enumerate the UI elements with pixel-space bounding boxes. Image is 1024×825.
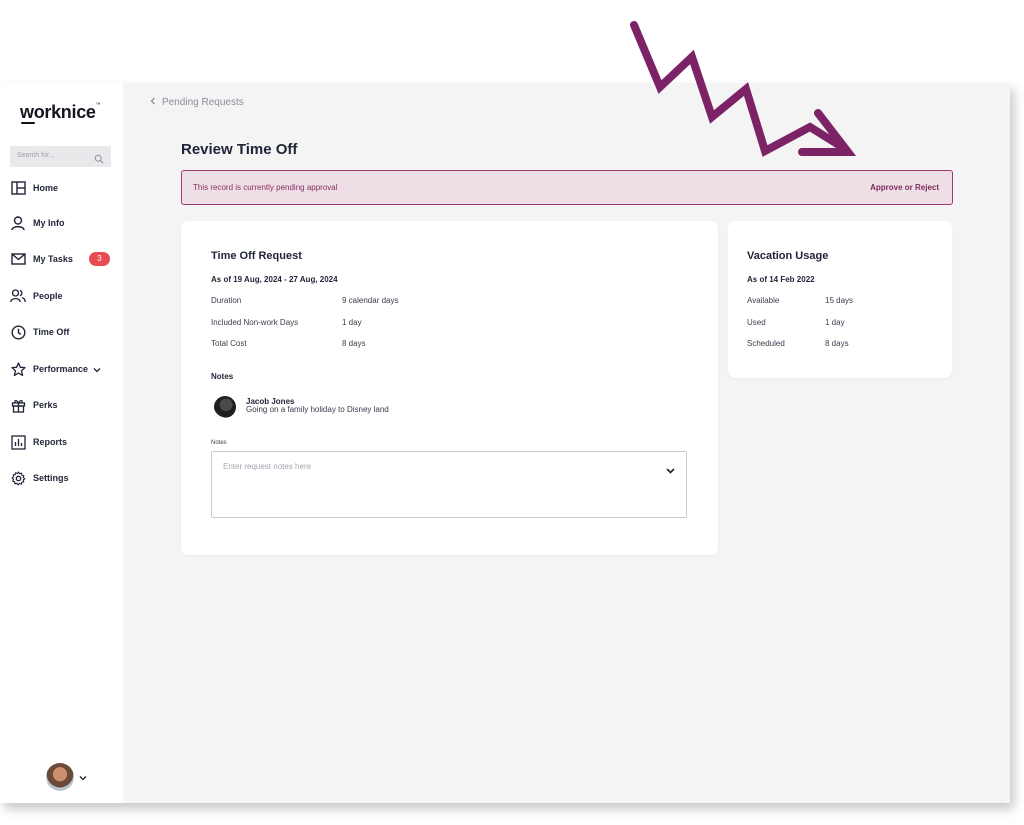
vacation-as-of: As of 14 Feb 2022 [747, 275, 815, 284]
logo-mark [21, 122, 35, 124]
row-value: 8 days [342, 339, 366, 348]
chevron-left-icon[interactable] [150, 97, 156, 108]
star-icon [10, 361, 26, 377]
sidebar: worknice™ Search for... Home My Info My [0, 83, 123, 803]
card-title: Vacation Usage [747, 250, 829, 262]
sidebar-item-people[interactable]: People [10, 285, 113, 307]
chevron-down-icon[interactable] [666, 461, 675, 479]
sidebar-item-performance[interactable]: Performance [10, 358, 113, 380]
card-title: Time Off Request [211, 250, 302, 262]
row-label: Included Non-work Days [211, 318, 299, 327]
sidebar-item-my-tasks[interactable]: My Tasks 3 [10, 248, 113, 270]
logo[interactable]: worknice™ [20, 102, 101, 123]
row-value: 9 calendar days [342, 296, 399, 305]
avatar [214, 396, 236, 418]
page-title: Review Time Off [181, 141, 298, 158]
annotation-arrow [630, 21, 857, 157]
approve-or-reject-button[interactable]: Approve or Reject [870, 183, 939, 192]
row-label: Scheduled [747, 339, 785, 348]
note-text: Going on a family holiday to Disney land [246, 405, 389, 414]
row-value: 8 days [825, 339, 849, 348]
search-icon[interactable] [94, 151, 104, 169]
sidebar-item-perks[interactable]: Perks [10, 394, 113, 416]
row-label: Duration [211, 296, 242, 305]
sidebar-item-settings[interactable]: Settings [10, 467, 113, 489]
app-window: worknice™ Search for... Home My Info My [0, 83, 1010, 803]
sidebar-item-label: People [33, 291, 63, 301]
row-value: 1 day [342, 318, 362, 327]
sidebar-item-label: Reports [33, 437, 68, 447]
user-menu[interactable] [46, 763, 87, 791]
sidebar-item-time-off[interactable]: Time Off [10, 321, 113, 343]
row-label: Available [747, 296, 780, 305]
layout-icon [10, 180, 26, 196]
notes-heading: Notes [211, 372, 234, 381]
search-box[interactable]: Search for... [10, 146, 111, 167]
time-off-request-card: Time Off Request As of 19 Aug, 2024 - 27… [181, 221, 718, 555]
sidebar-item-label: My Tasks [33, 254, 73, 264]
chevron-down-icon[interactable] [79, 768, 87, 786]
sidebar-item-label: Settings [33, 473, 69, 483]
row-value: 1 day [825, 318, 845, 327]
sidebar-item-label: Time Off [33, 327, 70, 337]
vacation-usage-card: Vacation Usage As of 14 Feb 2022 Availab… [728, 221, 952, 378]
chart-icon [10, 434, 26, 450]
gear-icon [10, 470, 26, 486]
search-input[interactable]: Search for... [17, 152, 55, 159]
avatar[interactable] [46, 763, 74, 791]
sidebar-item-label: My Info [33, 218, 65, 228]
chevron-down-icon[interactable] [93, 360, 101, 378]
request-period: As of 19 Aug, 2024 - 27 Aug, 2024 [211, 275, 338, 284]
people-icon [10, 288, 26, 304]
breadcrumb[interactable]: Pending Requests [150, 97, 244, 108]
sidebar-item-label: Performance [33, 364, 89, 374]
notes-placeholder: Enter request notes here [223, 462, 312, 471]
breadcrumb-link[interactable]: Pending Requests [162, 97, 244, 108]
sidebar-item-label: Home [33, 183, 59, 193]
sidebar-item-home[interactable]: Home [10, 177, 113, 199]
mail-icon [10, 251, 26, 267]
notes-textarea[interactable]: Enter request notes here [211, 451, 687, 518]
row-label: Total Cost [211, 339, 247, 348]
gift-icon [10, 397, 26, 413]
task-count-badge: 3 [89, 252, 110, 266]
pending-approval-banner: This record is currently pending approva… [181, 170, 953, 205]
alert-message: This record is currently pending approva… [193, 183, 338, 192]
row-value: 15 days [825, 296, 854, 305]
user-icon [10, 215, 26, 231]
row-label: Used [747, 318, 766, 327]
sidebar-item-reports[interactable]: Reports [10, 431, 113, 453]
sidebar-item-my-info[interactable]: My Info [10, 212, 113, 234]
notes-field-label: Notes [211, 440, 227, 446]
sidebar-item-label: Perks [33, 400, 58, 410]
clock-icon [10, 324, 26, 340]
